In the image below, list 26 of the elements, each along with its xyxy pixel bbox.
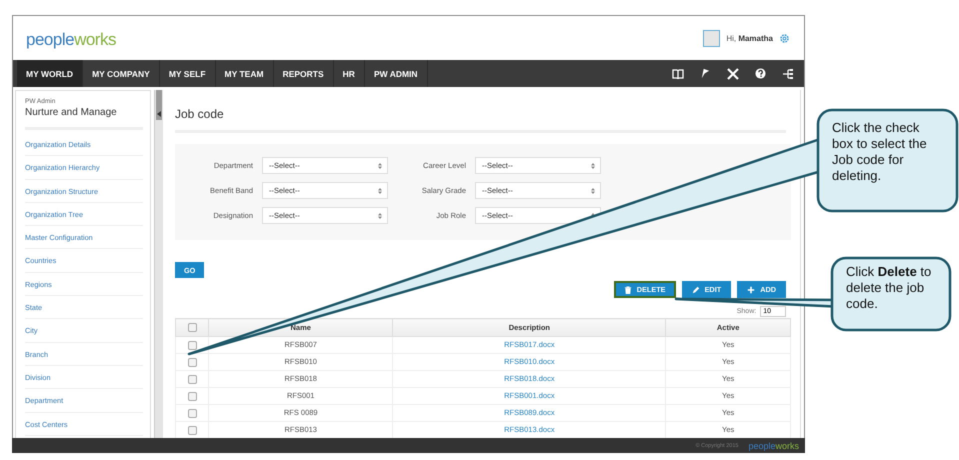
trash-icon	[624, 286, 632, 294]
avatar	[703, 30, 720, 46]
help-icon[interactable]	[755, 68, 766, 79]
checkbox[interactable]	[188, 358, 196, 366]
user-greeting: Hi, Mamatha	[726, 34, 773, 42]
footer-logo: peopleworks	[748, 440, 799, 450]
settings-icon[interactable]	[779, 32, 790, 44]
page-title: Job code	[175, 90, 786, 133]
collapse-icon[interactable]	[157, 111, 161, 117]
checkbox[interactable]	[188, 426, 196, 434]
callout-text: Click the check box to select the Job code for deleting.	[832, 120, 928, 184]
book-icon[interactable]	[672, 68, 684, 78]
checkbox[interactable]	[188, 408, 196, 418]
logo: peopleworks	[26, 29, 116, 50]
checkbox[interactable]	[188, 392, 196, 400]
checkbox[interactable]	[188, 323, 196, 332]
flag-icon[interactable]	[700, 68, 711, 79]
callout-text: Click Delete to delete the job code.	[846, 264, 932, 312]
nav-tab[interactable]: MY WORLD	[17, 60, 84, 87]
pencil-icon	[692, 286, 700, 294]
splitter-bar[interactable]	[154, 90, 163, 438]
checkbox[interactable]	[188, 374, 196, 384]
checkbox[interactable]	[188, 340, 196, 350]
sidebar-title: Nurture and Manage	[25, 105, 143, 130]
plus-icon	[747, 286, 756, 294]
sitemap-icon[interactable]	[782, 68, 794, 80]
